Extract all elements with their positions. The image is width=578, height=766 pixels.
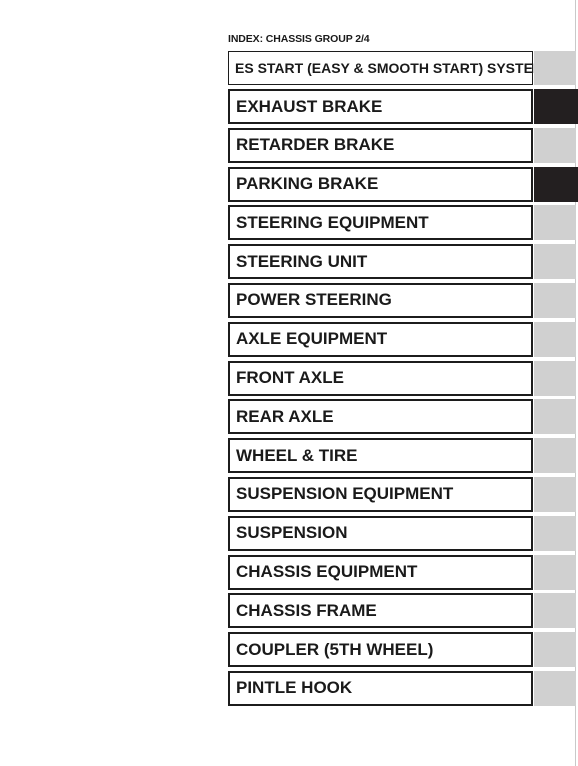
index-row-status-swatch[interactable] [534, 127, 576, 163]
index-row-status-swatch[interactable] [534, 554, 576, 590]
index-row-label: ES START (EASY & SMOOTH START) SYSTEM [235, 59, 545, 76]
index-row-label: STEERING EQUIPMENT [236, 212, 429, 232]
index-row-status-swatch[interactable] [534, 593, 576, 629]
chassis-group-index-table: ES START (EASY & SMOOTH START) SYSTEM EXH… [228, 51, 578, 710]
index-row-status-swatch[interactable] [534, 438, 576, 474]
index-row-label: PARKING BRAKE [236, 174, 379, 194]
index-row-label: AXLE EQUIPMENT [236, 329, 388, 349]
index-row[interactable]: PINTLE HOOK [228, 670, 576, 706]
index-row[interactable]: WHEEL & TIRE [228, 438, 576, 474]
index-row-label-cell[interactable]: STEERING UNIT [228, 244, 533, 280]
index-row[interactable]: STEERING UNIT [228, 244, 576, 280]
index-row[interactable]: PARKING BRAKE [228, 166, 578, 202]
index-row-label: CHASSIS FRAME [236, 600, 377, 620]
index-row-label-cell[interactable]: CHASSIS FRAME [228, 593, 533, 629]
index-row-status-swatch[interactable] [534, 205, 576, 241]
index-row-label-cell[interactable]: REAR AXLE [228, 399, 533, 435]
index-row-status-swatch[interactable] [534, 515, 576, 551]
index-row[interactable]: COUPLER (5TH WHEEL) [228, 632, 576, 668]
index-row[interactable]: SUSPENSION EQUIPMENT [228, 476, 576, 512]
index-row[interactable]: RETARDER BRAKE [228, 127, 576, 163]
index-row-label-cell[interactable]: CHASSIS EQUIPMENT [228, 554, 533, 590]
index-row-status-swatch[interactable] [534, 166, 578, 202]
index-row-label-cell[interactable]: RETARDER BRAKE [228, 127, 533, 163]
index-row-label: CHASSIS EQUIPMENT [236, 562, 418, 582]
index-row[interactable]: AXLE EQUIPMENT [228, 321, 576, 357]
index-row[interactable]: STEERING EQUIPMENT [228, 205, 576, 241]
index-row-label: FRONT AXLE [236, 368, 344, 388]
index-row-label: SUSPENSION [236, 523, 348, 543]
index-row[interactable]: POWER STEERING [228, 282, 576, 318]
index-row[interactable]: EXHAUST BRAKE [228, 89, 578, 124]
index-row-label-cell[interactable]: SUSPENSION EQUIPMENT [228, 476, 533, 512]
index-row-label-cell[interactable]: FRONT AXLE [228, 360, 533, 396]
index-row[interactable]: ES START (EASY & SMOOTH START) SYSTEM [228, 51, 576, 85]
index-row-label: SUSPENSION EQUIPMENT [236, 484, 454, 504]
index-row-status-swatch[interactable] [534, 244, 576, 280]
index-row-status-swatch[interactable] [534, 321, 576, 357]
index-row[interactable]: SUSPENSION [228, 515, 576, 551]
index-row-label-cell[interactable]: POWER STEERING [228, 282, 533, 318]
index-row-label-cell[interactable]: SUSPENSION [228, 515, 533, 551]
index-row-label: WHEEL & TIRE [236, 445, 358, 465]
index-row-label-cell[interactable]: PARKING BRAKE [228, 166, 533, 202]
index-row-label: COUPLER (5TH WHEEL) [236, 639, 434, 659]
index-row-label-cell[interactable]: PINTLE HOOK [228, 670, 533, 706]
index-row-label: REAR AXLE [236, 406, 334, 426]
index-row-status-swatch[interactable] [534, 670, 576, 706]
index-row[interactable]: CHASSIS FRAME [228, 593, 576, 629]
index-row-status-swatch[interactable] [534, 632, 576, 668]
index-row-label: RETARDER BRAKE [236, 135, 395, 155]
index-row-status-swatch[interactable] [534, 51, 576, 85]
index-row-status-swatch[interactable] [534, 282, 576, 318]
index-row[interactable]: CHASSIS EQUIPMENT [228, 554, 576, 590]
index-row-status-swatch[interactable] [534, 89, 578, 124]
index-row-label-cell[interactable]: EXHAUST BRAKE [228, 89, 533, 124]
index-row[interactable]: FRONT AXLE [228, 360, 576, 396]
index-row-label-cell[interactable]: AXLE EQUIPMENT [228, 321, 533, 357]
index-row-label: POWER STEERING [236, 290, 392, 310]
index-row-status-swatch[interactable] [534, 399, 576, 435]
index-row-label-cell[interactable]: STEERING EQUIPMENT [228, 205, 533, 241]
index-row-status-swatch[interactable] [534, 360, 576, 396]
index-row-label-cell[interactable]: WHEEL & TIRE [228, 438, 533, 474]
index-row-label: PINTLE HOOK [236, 678, 353, 698]
index-row[interactable]: REAR AXLE [228, 399, 576, 435]
index-row-label-cell[interactable]: ES START (EASY & SMOOTH START) SYSTEM [228, 51, 545, 85]
page-title: INDEX: CHASSIS GROUP 2/4 [228, 33, 370, 45]
index-row-label: EXHAUST BRAKE [236, 96, 383, 116]
index-row-label: STEERING UNIT [236, 251, 368, 271]
index-row-status-swatch[interactable] [534, 476, 576, 512]
index-row-label-cell[interactable]: COUPLER (5TH WHEEL) [228, 632, 533, 668]
